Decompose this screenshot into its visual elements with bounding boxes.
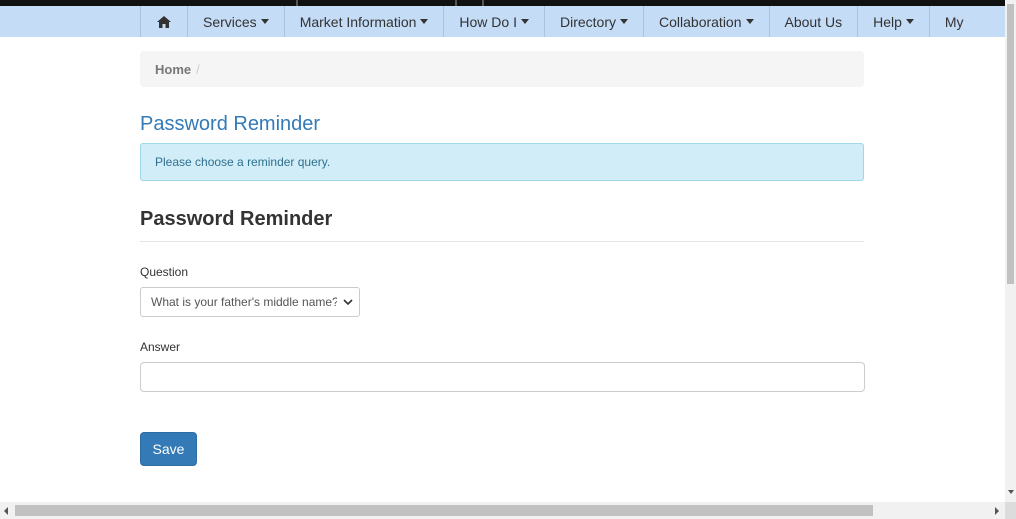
scroll-down-arrow-icon[interactable] [1008,490,1014,494]
caret-down-icon [520,19,529,24]
section-title: Password Reminder [140,208,333,230]
nav-directory[interactable]: Directory [543,6,643,37]
nav-about-us-label: About Us [784,13,843,30]
nav-market-information[interactable]: Market Information [283,6,444,37]
question-label: Question [140,265,189,279]
caret-down-icon [260,19,269,24]
breadcrumb-separator: / [196,61,200,77]
vertical-scrollbar-thumb[interactable] [1007,4,1014,284]
nav-market-information-label: Market Information [299,13,417,30]
nav-help-label: Help [873,13,902,30]
save-button[interactable]: Save [140,432,197,466]
scrollbar-corner [1005,502,1016,519]
main-navbar: Services Market Information How Do I Dir… [0,6,1005,37]
chevron-down-icon [343,299,353,306]
nav-about-us[interactable]: About Us [768,6,858,37]
scroll-right-arrow-icon[interactable] [995,507,999,515]
nav-collaboration-label: Collaboration [659,13,742,30]
vertical-scrollbar[interactable] [1005,0,1016,502]
breadcrumb: Home / [140,51,864,87]
horizontal-scrollbar-thumb[interactable] [15,505,873,516]
caret-down-icon [420,19,429,24]
question-select-value: What is your father's middle name? [151,295,337,309]
caret-down-icon [620,19,628,24]
nav-my-label: My [944,13,964,30]
caret-down-icon [745,19,754,24]
breadcrumb-home[interactable]: Home [155,62,191,77]
page-title: Password Reminder [140,113,321,135]
horizontal-scrollbar[interactable] [0,502,1005,519]
nav-how-do-i-label: How Do I [459,13,517,30]
nav-directory-label: Directory [559,13,616,30]
nav-home[interactable] [140,6,187,37]
answer-label: Answer [140,340,181,354]
alert-text: Please choose a reminder query. [155,155,331,169]
answer-input[interactable] [140,362,865,392]
nav-help[interactable]: Help [857,6,929,37]
nav-services-label: Services [203,13,257,30]
caret-down-icon [905,19,914,24]
info-alert: Please choose a reminder query. [140,143,864,181]
home-icon [157,15,171,28]
nav-collaboration[interactable]: Collaboration [643,6,769,37]
nav-my[interactable]: My [928,6,979,37]
nav-items: Services Market Information How Do I Dir… [140,6,979,37]
nav-services[interactable]: Services [187,6,284,37]
section-divider [140,241,864,242]
question-select[interactable]: What is your father's middle name? [140,287,360,317]
nav-how-do-i[interactable]: How Do I [443,6,544,37]
scroll-left-arrow-icon[interactable] [4,507,8,515]
